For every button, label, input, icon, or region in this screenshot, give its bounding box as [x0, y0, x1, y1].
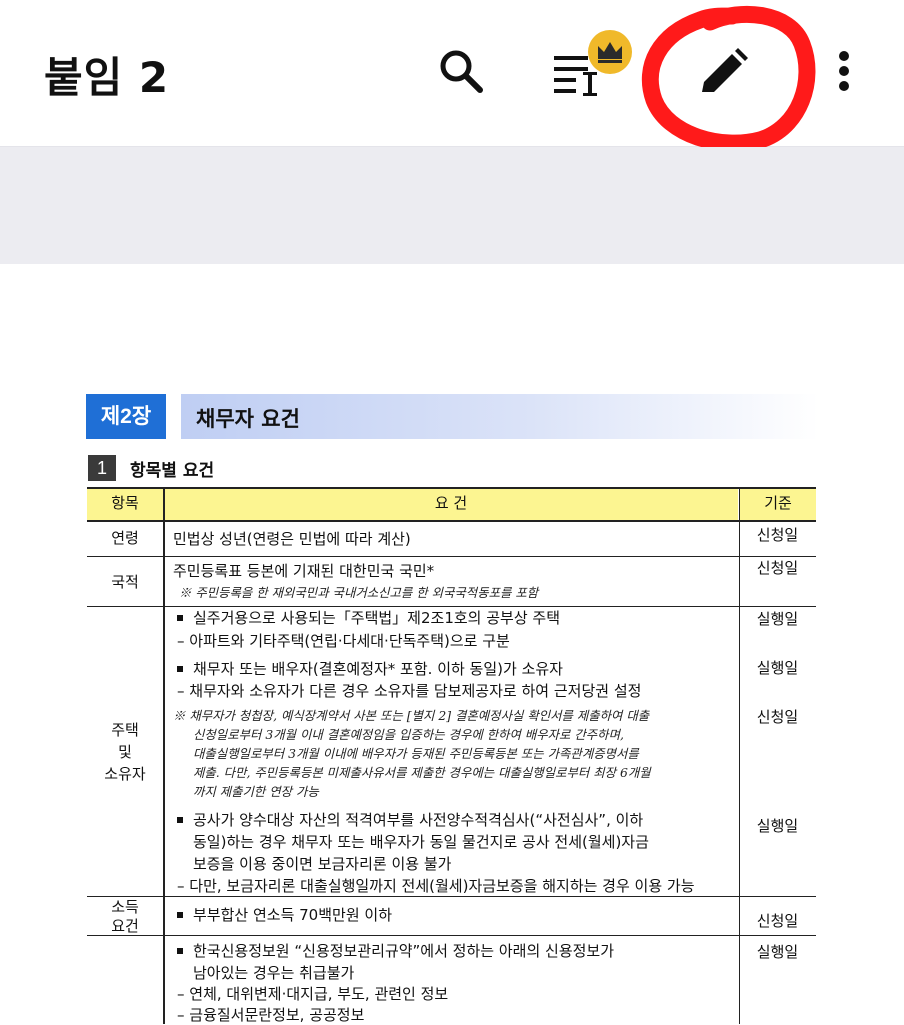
- standard-nationality: 신청일: [756, 559, 799, 577]
- row-divider: [87, 935, 816, 936]
- note-nationality: ※ 주민등록을 한 재외국민과 국내거소신고를 한 외국국적동포를 포함: [179, 585, 539, 600]
- section-title: 항목별 요건: [130, 461, 215, 481]
- premium-badge[interactable]: [588, 30, 632, 74]
- row-divider: [87, 606, 816, 607]
- standard-credit: 실행일: [756, 943, 799, 961]
- more-vertical-icon[interactable]: [832, 48, 856, 94]
- housing-sub-3: – 다만, 보금자리론 대출실행일까지 전세(월세)자금보증을 해지하는 경우 …: [177, 877, 695, 895]
- standard-housing-1: 실행일: [756, 610, 799, 628]
- standard-income: 신청일: [756, 912, 799, 930]
- bullet: [177, 615, 183, 621]
- category-age: 연령: [111, 529, 139, 547]
- document-title: 붙임 2: [44, 53, 170, 102]
- bullet: [177, 817, 183, 823]
- standard-housing-2: 실행일: [756, 659, 799, 677]
- standard-age: 신청일: [756, 526, 799, 544]
- housing-note-line-1: ※ 채무자가 청첩장, 예식장계약서 사본 또는 [별지 2] 결혼예정사실 확…: [173, 708, 650, 723]
- housing-bullet-2: 채무자 또는 배우자(결혼예정자* 포함. 이하 동일)가 소유자: [193, 660, 563, 678]
- chapter-number: 제2장: [86, 394, 166, 439]
- app-bar: 붙임 2: [0, 0, 904, 147]
- table-top-rule: [87, 487, 816, 489]
- standard-housing-note: 신청일: [756, 708, 799, 726]
- bullet: [177, 666, 183, 672]
- header-standard: 기준: [740, 487, 816, 520]
- housing-note-line-5: 까지 제출기한 연장 가능: [193, 784, 319, 799]
- header-item: 항목: [87, 487, 163, 520]
- credit-sub-1: – 연체, 대위변제·대지급, 부도, 관련인 정보: [177, 985, 449, 1003]
- housing-note-line-3: 대출실행일로부터 3개월 이내에 배우자가 등재된 주민등록등본 또는 가족관계…: [193, 746, 639, 761]
- category-housing-1: 주택: [111, 721, 139, 739]
- credit-bullet-line-1: 한국신용정보원 “신용정보관리규약”에서 정하는 아래의 신용정보가: [193, 942, 615, 960]
- category-income-2: 요건: [111, 917, 139, 935]
- crown-icon: [598, 42, 622, 63]
- housing-bullet-3-line-3: 보증을 이용 중이면 보금자리론 이용 불가: [193, 855, 452, 873]
- requirement-age: 민법상 성년(연령은 민법에 따라 계산): [173, 530, 411, 548]
- section-number: 1: [88, 455, 116, 481]
- standard-housing-3: 실행일: [756, 817, 799, 835]
- housing-bullet-3-line-2: 동일)하는 경우 채무자 또는 배우자가 동일 물건지로 공사 전세(월세)자금: [193, 833, 649, 851]
- category-nationality: 국적: [111, 573, 139, 591]
- housing-note-line-2: 신청일로부터 3개월 이내 결혼예정임을 입증하는 경우에 한하여 배우자로 간…: [193, 727, 624, 742]
- category-housing-2: 및: [118, 743, 132, 761]
- credit-bullet-line-2: 남아있는 경우는 취급불가: [193, 964, 355, 982]
- housing-note-line-4: 제출. 다만, 주민등록등본 미제출사유서를 제출한 경우에는 대출실행일로부터…: [193, 765, 651, 780]
- housing-bullet-3-line-1: 공사가 양수대상 자산의 적격여부를 사전양수적격심사(“사전심사”, 이하: [193, 811, 644, 829]
- credit-sub-2: – 금융질서문란정보, 공공정보: [177, 1006, 365, 1024]
- category-housing-3: 소유자: [104, 765, 146, 783]
- pencil-icon[interactable]: [696, 46, 750, 100]
- bullet: [177, 912, 183, 918]
- header-bottom-rule: [87, 520, 816, 522]
- header-requirement: 요 건: [164, 487, 738, 520]
- housing-sub-1: – 아파트와 기타주택(연립·다세대·단독주택)으로 구분: [177, 632, 510, 650]
- search-icon[interactable]: [436, 46, 486, 96]
- housing-bullet-1: 실주거용으로 사용되는「주택법」제2조1호의 공부상 주택: [193, 609, 560, 627]
- page-gap: [0, 147, 904, 264]
- row-divider: [87, 556, 816, 557]
- column-divider: [163, 487, 165, 1024]
- bullet: [177, 948, 183, 954]
- requirement-nationality: 주민등록표 등본에 기재된 대한민국 국민*: [173, 562, 435, 580]
- housing-sub-2: – 채무자와 소유자가 다른 경우 소유자를 담보제공자로 하여 근저당권 설정: [177, 682, 642, 700]
- income-requirement: 부부합산 연소득 70백만원 이하: [193, 906, 392, 924]
- requirements-table: 항목 요 건 기준 연령 민법상 성년(연령은 민법에 따라 계산) 신청일 국…: [87, 487, 816, 1024]
- chapter-title: 채무자 요건: [196, 407, 300, 431]
- row-divider: [87, 896, 816, 897]
